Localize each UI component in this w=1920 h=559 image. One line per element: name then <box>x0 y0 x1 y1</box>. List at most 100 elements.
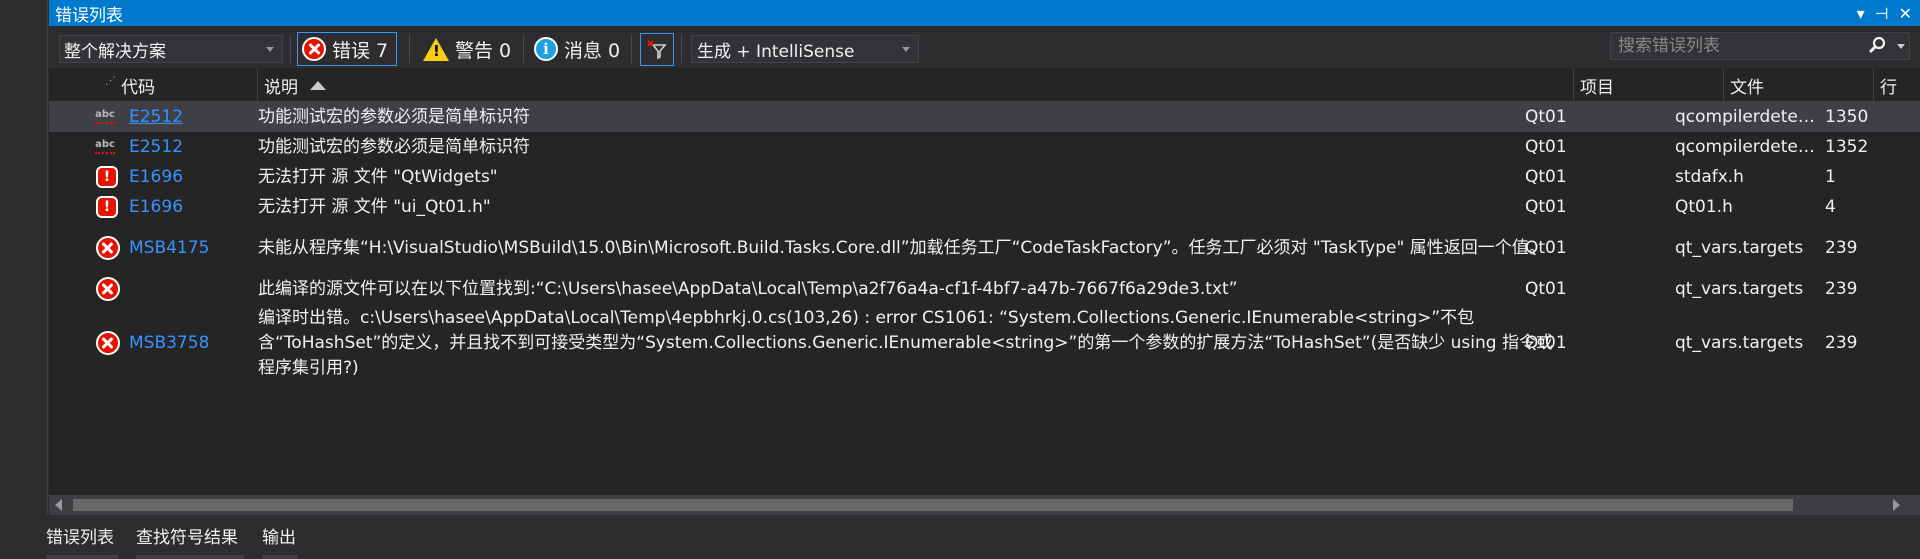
error-line: 4 <box>1825 197 1836 217</box>
scope-dropdown-value: 整个解决方案 <box>64 41 166 62</box>
search-box[interactable] <box>1610 32 1910 60</box>
error-description: 无法打开 源 文件 "ui_Qt01.h" <box>258 196 491 217</box>
error-file: Qt01.h <box>1675 197 1733 217</box>
scroll-right-icon[interactable] <box>1893 499 1900 511</box>
intellisense-squiggle-icon: abc <box>95 132 119 162</box>
chevron-down-icon <box>902 47 910 52</box>
messages-filter-label: 消息 0 <box>564 39 621 62</box>
column-header-file[interactable]: 文件 <box>1723 68 1873 102</box>
tab-indicator <box>136 555 244 559</box>
column-header-project[interactable]: 项目 <box>1573 68 1723 102</box>
error-file: qt_vars.targets <box>1675 238 1804 258</box>
tab-indicator <box>46 555 118 559</box>
error-line: 1350 <box>1825 107 1869 127</box>
info-icon: i <box>534 37 558 61</box>
warnings-filter-label: 警告 0 <box>455 39 512 62</box>
scrollbar-thumb[interactable] <box>73 499 1793 511</box>
column-header-file-label: 文件 <box>1730 77 1764 98</box>
error-row[interactable]: MSB4175 未能从程序集“H:\VisualStudio\MSBuild\1… <box>49 222 1920 274</box>
error-file: qt_vars.targets <box>1675 333 1804 353</box>
error-code-link[interactable]: MSB3758 <box>129 333 209 353</box>
error-line: 1 <box>1825 167 1836 187</box>
build-error-icon <box>96 331 120 355</box>
left-dock-gutter <box>0 0 48 559</box>
messages-filter-button[interactable]: i 消息 0 <box>530 32 628 66</box>
build-source-dropdown[interactable]: 生成 + IntelliSense <box>691 35 919 63</box>
tool-window-titlebar: 错误列表 ▾ ⊣ ✕ <box>49 0 1920 26</box>
intellisense-error-icon: ! <box>96 166 118 188</box>
column-header-code[interactable]: 代码 <box>115 68 257 102</box>
column-header-code-label: 代码 <box>121 77 155 98</box>
column-header-line-label: 行 <box>1880 77 1897 98</box>
intellisense-squiggle-icon: abc <box>95 102 119 132</box>
warnings-filter-button[interactable]: ! 警告 0 <box>419 32 519 66</box>
warning-icon: ! <box>423 37 449 61</box>
toolbar-separator <box>681 35 682 63</box>
error-code-link[interactable]: E2512 <box>129 137 183 157</box>
error-line: 239 <box>1825 333 1858 353</box>
error-line: 1352 <box>1825 137 1869 157</box>
toolbar-separator <box>290 35 291 63</box>
window-controls: ▾ ⊣ ✕ <box>1857 0 1912 26</box>
auto-hide-pin-icon[interactable]: ⊣ <box>1875 4 1889 23</box>
column-header-line[interactable]: 行 <box>1873 68 1920 102</box>
scroll-left-icon[interactable] <box>55 499 62 511</box>
toolbar-separator <box>631 35 632 63</box>
error-row[interactable]: abc E2512 功能测试宏的参数必须是简单标识符 Qt01 qcompile… <box>49 132 1920 162</box>
error-row[interactable]: 此编译的源文件可以在以下位置找到:“C:\Users\hasee\AppData… <box>49 274 1920 304</box>
horizontal-scrollbar[interactable] <box>49 495 1920 515</box>
error-row[interactable]: abc E2512 功能测试宏的参数必须是简单标识符 Qt01 qcompile… <box>49 102 1920 132</box>
error-project: Qt01 <box>1525 167 1567 187</box>
tab-error-list[interactable]: 错误列表 <box>46 523 114 548</box>
tab-output[interactable]: 输出 <box>262 523 296 548</box>
error-project: Qt01 <box>1525 333 1567 353</box>
error-description: 功能测试宏的参数必须是简单标识符 <box>258 106 530 127</box>
build-error-icon <box>96 277 120 301</box>
filter-funnel-icon <box>647 39 667 59</box>
toolbar-separator <box>409 35 410 63</box>
close-icon[interactable]: ✕ <box>1899 4 1912 23</box>
error-code-link[interactable]: E1696 <box>129 197 183 217</box>
column-header-description-label: 说明 <box>264 77 298 98</box>
error-row[interactable]: ! E1696 无法打开 源 文件 "QtWidgets" Qt01 stdaf… <box>49 162 1920 192</box>
tab-indicator <box>262 555 298 559</box>
column-header-description[interactable]: 说明 <box>257 68 1573 102</box>
window-position-dropdown-icon[interactable]: ▾ <box>1857 4 1865 23</box>
error-description: 此编译的源文件可以在以下位置找到:“C:\Users\hasee\AppData… <box>258 278 1238 299</box>
error-project: Qt01 <box>1525 137 1567 157</box>
error-file: qcompilerdete… <box>1675 107 1815 127</box>
filter-open-documents-button[interactable] <box>640 33 674 66</box>
search-input[interactable] <box>1611 33 1861 59</box>
error-file: qt_vars.targets <box>1675 279 1804 299</box>
errors-filter-button[interactable]: 错误 7 <box>297 32 398 66</box>
error-list-grid: ⋰ 代码 说明 项目 文件 行 禁止 abc E2512 功能测试宏的参数必须是… <box>49 68 1920 495</box>
error-project: Qt01 <box>1525 197 1567 217</box>
toolbar-separator <box>523 35 524 63</box>
search-icon[interactable] <box>1867 36 1887 56</box>
tab-find-symbol-results[interactable]: 查找符号结果 <box>136 523 238 548</box>
error-code-link[interactable]: E2512 <box>129 107 183 127</box>
error-description: 未能从程序集“H:\VisualStudio\MSBuild\15.0\Bin\… <box>258 237 1546 258</box>
error-code-link[interactable]: E1696 <box>129 167 183 187</box>
error-icon <box>302 37 326 61</box>
column-header-icon <box>49 68 91 102</box>
error-description: 无法打开 源 文件 "QtWidgets" <box>258 166 498 187</box>
error-project: Qt01 <box>1525 238 1567 258</box>
window-title: 错误列表 <box>55 5 123 26</box>
build-error-icon <box>96 236 120 260</box>
sort-ascending-icon <box>310 80 326 90</box>
column-chooser-icon[interactable]: ⋰ <box>91 68 116 102</box>
error-row[interactable]: ! E1696 无法打开 源 文件 "ui_Qt01.h" Qt01 Qt01.… <box>49 192 1920 222</box>
error-description: 功能测试宏的参数必须是简单标识符 <box>258 136 530 157</box>
error-code-link[interactable]: MSB4175 <box>129 238 209 258</box>
build-source-value: 生成 + IntelliSense <box>697 41 855 62</box>
error-project: Qt01 <box>1525 279 1567 299</box>
column-header-row: ⋰ 代码 说明 项目 文件 行 禁止 <box>49 68 1920 102</box>
bottom-tab-strip: 错误列表 查找符号结果 输出 <box>46 515 1920 559</box>
error-row[interactable]: MSB3758 编译时出错。c:\Users\hasee\AppData\Loc… <box>49 304 1920 382</box>
error-description: 编译时出错。c:\Users\hasee\AppData\Local\Temp\… <box>258 307 1553 378</box>
search-options-dropdown-icon[interactable] <box>1897 44 1905 49</box>
error-line: 239 <box>1825 279 1858 299</box>
scope-dropdown[interactable]: 整个解决方案 <box>59 35 283 63</box>
errors-filter-label: 错误 7 <box>332 39 389 62</box>
